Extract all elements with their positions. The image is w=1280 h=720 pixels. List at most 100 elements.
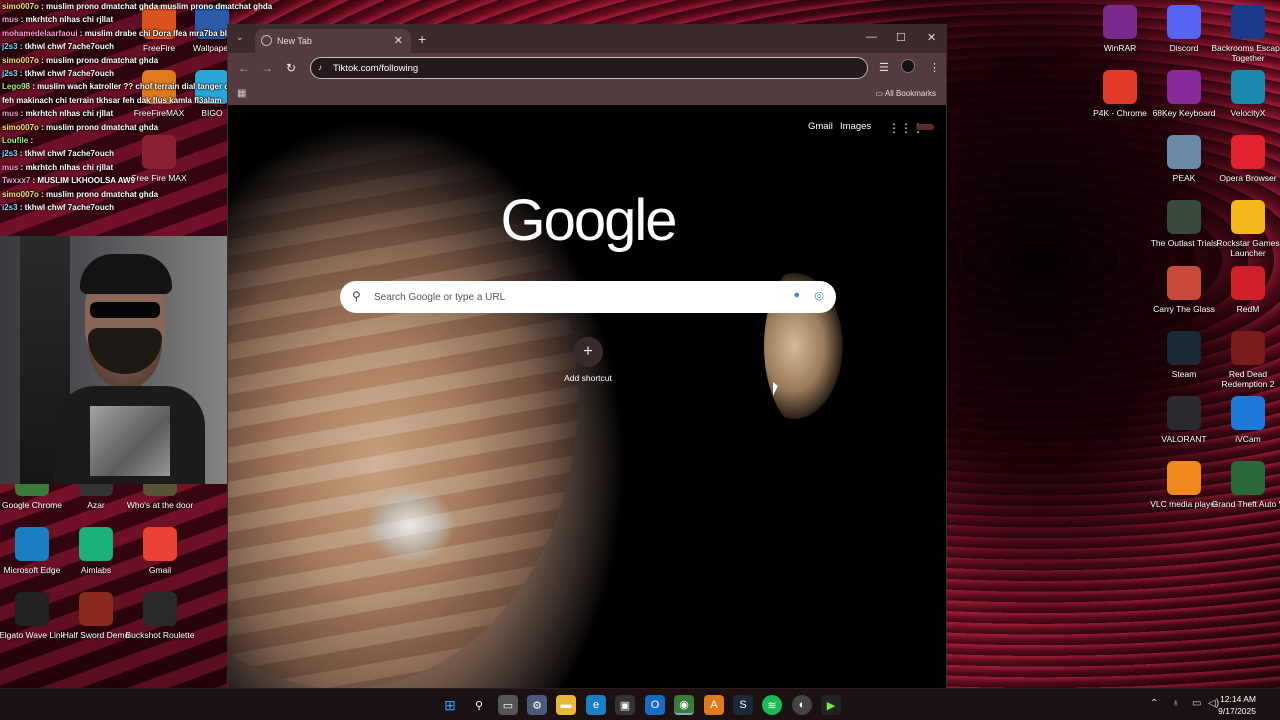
gmail-link[interactable]: Gmail [808, 121, 833, 132]
taskbar: ⊞ ⚲ ▭ ⚙ ▬ e ▣ O ◉ A S ≋ ◐ ▶ ⌃ ♁ ▭ ◁) 12:… [0, 688, 1280, 720]
tab-strip: ⌄ New Tab ✕ + — ☐ ✕ [228, 25, 946, 53]
search-icon: ⚲ [352, 289, 361, 303]
tab-search-icon[interactable]: ⌄ [236, 32, 244, 43]
close-window-icon[interactable]: ✕ [927, 31, 936, 44]
peak-icon [1167, 135, 1201, 169]
desktop-icon[interactable]: RedM [1210, 266, 1280, 314]
tab-new-tab[interactable]: New Tab ✕ [255, 29, 411, 53]
chat-username: j2s3 [2, 69, 18, 79]
search-icon[interactable]: ⚲ [469, 695, 489, 715]
spotify-icon[interactable]: ≋ [762, 695, 782, 715]
keyboard-icon [1167, 70, 1201, 104]
desktop-icon[interactable]: VelocityX [1210, 70, 1280, 118]
elgato-icon [15, 592, 49, 626]
address-text: Tiktok.com/following [333, 62, 419, 74]
desktop-icon[interactable]: Gmail [122, 527, 198, 575]
back-icon[interactable]: ← [238, 61, 250, 75]
desktop-icon-label: Buckshot Roulette [125, 630, 195, 640]
chat-message: : muslim prono dmatchat ghda [38, 122, 159, 132]
search-input[interactable]: ⚲ Search Google or type a URL ● ◎ [340, 281, 836, 313]
half-sword-icon [79, 592, 113, 626]
maximize-icon[interactable]: ☐ [896, 31, 906, 44]
chat-username: simo007o [2, 122, 39, 132]
edge-icon[interactable]: e [586, 695, 606, 715]
reload-icon[interactable]: ↻ [286, 61, 296, 75]
plus-icon: + [573, 337, 603, 367]
valorant-icon [1167, 396, 1201, 430]
chat-username: simo007o [2, 189, 39, 199]
discord-icon [1167, 5, 1201, 39]
tiktok-icon: ♪ [318, 63, 322, 72]
steam-icon[interactable]: S [733, 695, 753, 715]
backrooms-icon [1231, 5, 1265, 39]
winrar-icon [1103, 5, 1137, 39]
desktop-icon[interactable]: Rockstar Games Launcher [1210, 200, 1280, 258]
aimlabs-icon [79, 527, 113, 561]
start-icon[interactable]: ⊞ [440, 695, 460, 715]
clock[interactable]: 12:14 AM 9/17/2025 [1218, 693, 1256, 717]
close-tab-icon[interactable]: ✕ [394, 34, 403, 47]
address-bar[interactable]: ♪ Tiktok.com/following [310, 57, 868, 79]
new-tab-button[interactable]: + [418, 31, 426, 47]
desktop-icon[interactable]: Buckshot Roulette [122, 592, 198, 640]
clock-date: 9/17/2025 [1218, 706, 1256, 716]
chat-username: mus [2, 162, 19, 172]
tab-title: New Tab [277, 36, 312, 46]
chat-message: : muslim prono dmatchat ghda [38, 189, 159, 199]
desktop-icon[interactable]: Opera Browser [1210, 135, 1280, 183]
network-icon[interactable]: ▭ [1192, 698, 1201, 709]
voice-search-icon[interactable]: ● [793, 289, 800, 301]
vlc-icon [1167, 461, 1201, 495]
chat-username: j2s3 [2, 203, 18, 210]
minimize-icon[interactable]: — [866, 31, 877, 43]
add-shortcut-label: Add shortcut [564, 373, 612, 383]
chat-line: simo007o : muslim prono dmatchat ghda mu… [2, 0, 274, 13]
app-icon-2[interactable]: ◐ [792, 695, 812, 715]
chrome-icon[interactable]: ◉ [674, 695, 694, 715]
desktop-icon[interactable]: Red Dead Redemption 2 [1210, 331, 1280, 389]
outlook-icon[interactable]: O [645, 695, 665, 715]
desktop-icon[interactable]: Backrooms Escape Together [1210, 5, 1280, 63]
tray-chevron-icon[interactable]: ⌃ [1150, 698, 1158, 709]
chat-username: simo007o [2, 2, 39, 11]
reading-list-icon[interactable]: ☰ [879, 61, 889, 74]
chat-message: : tkhwl chwf 7ache7ouch [17, 42, 115, 52]
opera-icon [1231, 135, 1265, 169]
chat-message: : mkrhtch nlhas chi rjllat [18, 15, 114, 25]
apps-icon[interactable]: ▦ [237, 88, 246, 99]
file-explorer-icon[interactable]: ▬ [556, 695, 576, 715]
steam-icon [1167, 331, 1201, 365]
images-link[interactable]: Images [840, 121, 871, 132]
add-shortcut-button[interactable]: + Add shortcut [548, 337, 628, 383]
app-icon[interactable]: A [704, 695, 724, 715]
bookmarks-bar: ▦ ▭ All Bookmarks [228, 83, 946, 105]
desktop-icon[interactable]: iVCam [1210, 396, 1280, 444]
profile-avatar[interactable] [901, 59, 915, 73]
all-bookmarks-button[interactable]: ▭ All Bookmarks [876, 89, 936, 98]
account-avatar[interactable] [916, 124, 934, 130]
chat-username: mus [2, 15, 19, 25]
menu-icon[interactable]: ⋮ [929, 61, 940, 74]
desktop-icon-label: Red Dead Redemption 2 [1221, 369, 1275, 389]
store-icon[interactable]: ▣ [615, 695, 635, 715]
desktop-icon[interactable]: Grand Theft Auto V [1210, 461, 1280, 509]
microphone-icon[interactable]: ♁ [1172, 698, 1180, 709]
ivcam-icon [1231, 396, 1265, 430]
app-icon-3[interactable]: ▶ [821, 695, 841, 715]
chat-message: : tkhwl chwf 7ache7ouch [17, 203, 115, 210]
chrome-window: ⌄ New Tab ✕ + — ☐ ✕ ← → ↻ ♪ Tiktok.com/f… [227, 24, 947, 689]
settings-icon[interactable]: ⚙ [527, 695, 547, 715]
gta-icon [1231, 461, 1265, 495]
chat-username: j2s3 [2, 149, 18, 159]
forward-icon[interactable]: → [261, 61, 273, 75]
chat-message: : mkrhtch nlhas chi rjllat [18, 162, 114, 172]
desktop-icon-label: Backrooms Escape Together [1211, 43, 1280, 63]
lens-icon[interactable]: ◎ [814, 289, 824, 302]
desktop-icon-label: Opera Browser [1219, 173, 1277, 183]
new-tab-page: Gmail Images ⋮⋮⋮ Google ⚲ Search Google … [228, 105, 946, 689]
chat-message: feh makinach chi terrain tkhsar feh dak … [2, 95, 222, 105]
desktop-icon-label: Gmail [148, 565, 172, 575]
outlast-icon [1167, 200, 1201, 234]
mouse-cursor-icon [773, 382, 778, 396]
task-view-icon[interactable]: ▭ [498, 695, 518, 715]
